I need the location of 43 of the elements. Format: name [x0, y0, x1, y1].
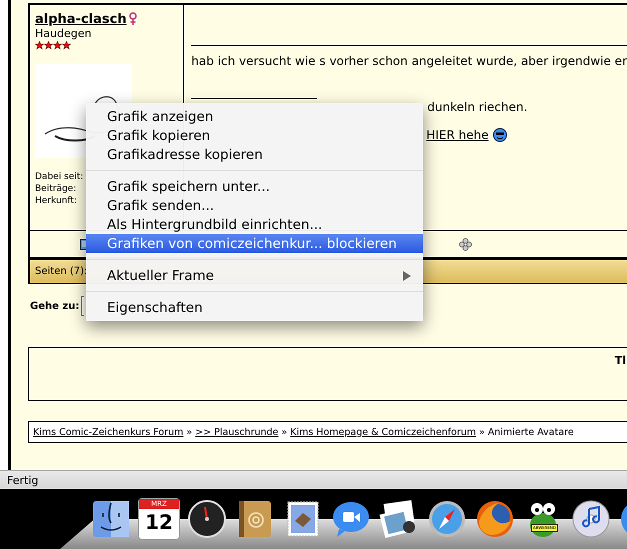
author-link[interactable]: alpha-clasch — [35, 12, 127, 27]
panel-heading: Tl — [614, 354, 626, 369]
breadcrumb-separator: » — [186, 426, 192, 438]
status-text: Fertig — [7, 474, 38, 486]
flower-icon — [459, 238, 472, 250]
jump-label: Gehe zu: — [30, 300, 80, 312]
menu-item[interactable]: Grafik anzeigen — [86, 107, 423, 126]
menu-item[interactable]: Grafik senden... — [86, 196, 423, 215]
menu-item[interactable]: Grafik kopieren — [86, 126, 423, 145]
smiley-icon — [492, 128, 507, 142]
calendar-day: 12 — [145, 509, 173, 535]
face-icon[interactable] — [91, 499, 131, 539]
star-icon — [62, 41, 71, 50]
signature-text: dunkeln riechen. — [427, 100, 528, 114]
female-icon — [128, 12, 137, 25]
music-disc-icon[interactable] — [571, 499, 611, 539]
menu-item[interactable]: Eigenschaften — [86, 298, 423, 317]
star-icon — [35, 41, 44, 50]
star-icon — [44, 41, 53, 50]
menu-item[interactable]: Grafiken von comiczeichenkur... blockieren — [86, 234, 423, 253]
breadcrumb-current: Animierte Avatare — [488, 426, 574, 438]
forum-select[interactable] — [81, 296, 84, 316]
breadcrumb-link[interactable]: >> Plauschrunde — [195, 426, 278, 438]
compass-icon[interactable] — [427, 499, 467, 539]
menu-item[interactable]: Grafik speichern unter... — [86, 177, 423, 196]
breadcrumb-link[interactable]: Kims Comic-Zeichenkurs Forum — [33, 426, 184, 438]
profile-label: Dabei seit: — [35, 171, 84, 183]
menu-item[interactable]: Grafikadresse kopieren — [86, 145, 423, 164]
submenu-item[interactable]: Aktueller Frame — [86, 266, 423, 285]
submenu-arrow-icon — [403, 270, 411, 280]
signature-link[interactable]: HIER hehe — [426, 128, 489, 142]
star-icon — [53, 41, 62, 50]
user-rank: Haudegen — [35, 27, 92, 40]
gauge-icon[interactable] — [187, 499, 227, 539]
breadcrumb-separator: » — [281, 426, 288, 438]
breadcrumb-separator: » — [479, 426, 485, 438]
message-text: hab ich versucht wie s vorher schon angeleitet wurde, aber irgendwie er — [191, 54, 627, 68]
profile-label: Herkunft: — [35, 195, 77, 207]
video-chat-icon[interactable] — [331, 499, 371, 539]
breadcrumb-link[interactable]: Kims Homepage & Comiczeichenforum — [290, 426, 476, 438]
profile-label: Beiträge: — [35, 183, 76, 195]
menu-item[interactable]: Als Hintergrundbild einrichten... — [86, 215, 423, 234]
globe-icon[interactable] — [475, 499, 515, 539]
